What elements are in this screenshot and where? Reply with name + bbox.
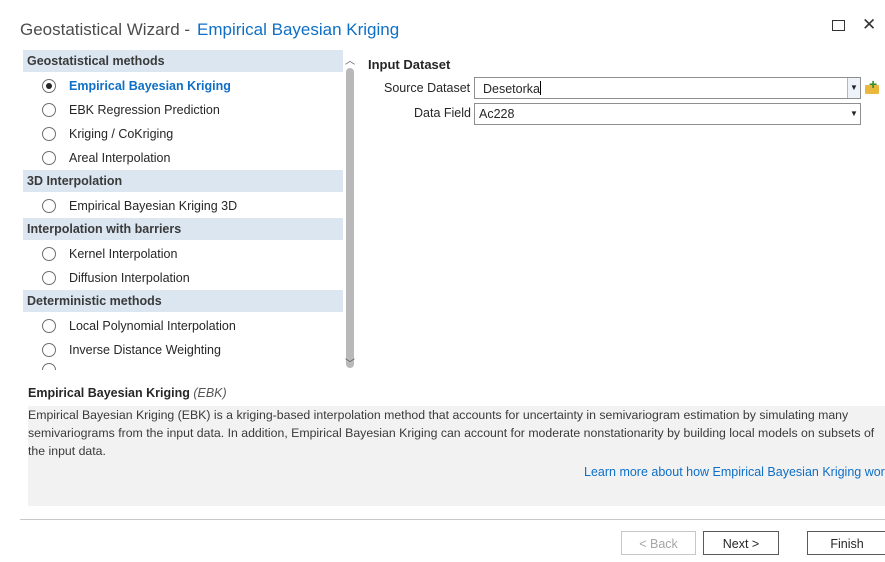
radio-button-selected-icon[interactable] <box>42 79 56 93</box>
radio-button-icon[interactable] <box>42 271 56 285</box>
next-button[interactable]: Next > <box>703 531 779 555</box>
method-local-polynomial[interactable]: Local Polynomial Interpolation <box>23 314 343 338</box>
method-label: Kriging / CoKriging <box>69 127 174 141</box>
group-header-3d-interpolation: 3D Interpolation <box>23 170 343 192</box>
method-list-scrollbar[interactable]: ︿ ﹀ <box>343 50 357 370</box>
radio-button-icon[interactable] <box>42 363 56 370</box>
input-dataset-title: Input Dataset <box>368 57 451 72</box>
group-header-barriers: Interpolation with barriers <box>23 218 343 240</box>
chevron-down-icon[interactable]: ▼ <box>848 104 860 124</box>
footer-divider <box>20 519 885 520</box>
radio-button-icon[interactable] <box>42 247 56 261</box>
title-separator: - <box>184 20 191 39</box>
radio-button-icon[interactable] <box>42 127 56 141</box>
radio-button-icon[interactable] <box>42 103 56 117</box>
description-title: Empirical Bayesian Kriging (EBK) <box>28 386 227 400</box>
description-text: Empirical Bayesian Kriging (EBK) is a kr… <box>28 408 875 458</box>
radio-button-icon[interactable] <box>42 319 56 333</box>
chevron-up-icon[interactable]: ︿ <box>345 52 355 67</box>
method-list: Geostatistical methods Empirical Bayesia… <box>23 50 343 370</box>
method-label: Kernel Interpolation <box>69 247 178 261</box>
method-label: Diffusion Interpolation <box>69 271 190 285</box>
window-title-text: Geostatistical Wizard <box>20 20 180 39</box>
group-header-deterministic: Deterministic methods <box>23 290 343 312</box>
radio-button-icon[interactable] <box>42 151 56 165</box>
maximize-icon[interactable] <box>828 16 848 34</box>
method-label: Local Polynomial Interpolation <box>69 319 236 333</box>
source-dataset-text: Desetorka <box>483 82 540 96</box>
method-idw[interactable]: Inverse Distance Weighting <box>23 338 343 362</box>
method-label: Inverse Distance Weighting <box>69 343 221 357</box>
method-list-item-partial[interactable] <box>23 362 343 370</box>
group-header-geostatistical: Geostatistical methods <box>23 50 343 72</box>
description-panel: Empirical Bayesian Kriging (EBK) is a kr… <box>28 406 885 506</box>
method-label: Empirical Bayesian Kriging <box>69 79 231 93</box>
method-ebk-regression-prediction[interactable]: EBK Regression Prediction <box>23 98 343 122</box>
description-title-text: Empirical Bayesian Kriging <box>28 386 190 400</box>
source-dataset-value: Desetorka <box>483 81 541 96</box>
method-label: EBK Regression Prediction <box>69 103 220 117</box>
close-icon[interactable]: ✕ <box>862 16 882 34</box>
text-caret <box>539 81 541 95</box>
description-abbreviation: (EBK) <box>193 386 227 400</box>
geostatistical-wizard-window: Geostatistical Wizard - Empirical Bayesi… <box>0 0 885 562</box>
plus-icon: + <box>869 76 878 92</box>
method-kriging-cokriging[interactable]: Kriging / CoKriging <box>23 122 343 146</box>
add-data-icon[interactable]: + <box>864 76 882 97</box>
data-field-value: Ac228 <box>479 107 515 121</box>
scrollbar-thumb[interactable] <box>346 68 354 368</box>
method-ebk-3d[interactable]: Empirical Bayesian Kriging 3D <box>23 194 343 218</box>
data-field-label: Data Field <box>414 106 471 120</box>
learn-more-link[interactable]: Learn more about how Empirical Bayesian … <box>584 465 885 479</box>
chevron-down-icon[interactable]: ﹀ <box>345 355 355 370</box>
back-button[interactable]: < Back <box>621 531 696 555</box>
chevron-down-icon[interactable]: ▼ <box>847 78 860 98</box>
method-areal-interpolation[interactable]: Areal Interpolation <box>23 146 343 170</box>
window-title: Geostatistical Wizard - <box>20 20 190 40</box>
source-dataset-combobox[interactable]: Desetorka ▼ <box>474 77 861 99</box>
method-diffusion-interpolation[interactable]: Diffusion Interpolation <box>23 266 343 290</box>
data-field-combobox[interactable]: Ac228 ▼ <box>474 103 861 125</box>
title-bar: Geostatistical Wizard - Empirical Bayesi… <box>0 0 885 44</box>
finish-button[interactable]: Finish <box>807 531 885 555</box>
method-kernel-interpolation[interactable]: Kernel Interpolation <box>23 242 343 266</box>
method-label: Areal Interpolation <box>69 151 171 165</box>
radio-button-icon[interactable] <box>42 343 56 357</box>
radio-button-icon[interactable] <box>42 199 56 213</box>
method-empirical-bayesian-kriging[interactable]: Empirical Bayesian Kriging <box>23 74 343 98</box>
method-label: Empirical Bayesian Kriging 3D <box>69 199 238 213</box>
window-subtitle: Empirical Bayesian Kriging <box>197 20 400 39</box>
source-dataset-label: Source Dataset <box>384 81 471 95</box>
